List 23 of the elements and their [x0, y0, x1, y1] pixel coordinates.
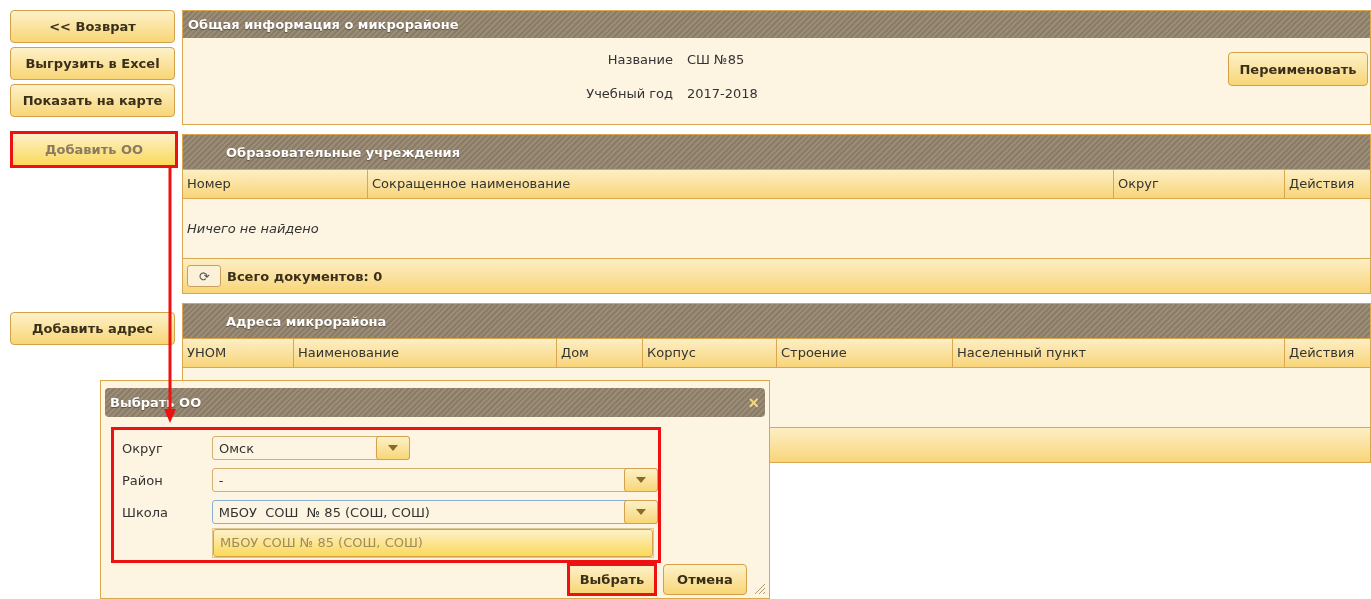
column-header: Населенный пункт [952, 339, 1284, 367]
field-label: Название [606, 52, 673, 67]
column-header: Строение [776, 339, 952, 367]
field-label: Район [122, 472, 164, 488]
column-header: Наименование [293, 339, 556, 367]
field-value: СШ №85 [686, 52, 745, 67]
panel-title: Образовательные учреждения [225, 144, 461, 160]
column-header: УНОМ [186, 344, 228, 362]
panel-title: Общая информация о микрорайоне [187, 17, 459, 32]
empty-message: Ничего не найдено [187, 221, 319, 236]
column-header: Округ [1113, 170, 1284, 198]
field-label: Округ [122, 440, 164, 456]
total-count: Всего документов: 0 [227, 268, 383, 284]
column-header: Номер [186, 175, 232, 193]
column-header: Действия [1284, 170, 1370, 198]
column-header: Сокращенное наименование [367, 170, 1113, 198]
field-value: 2017-2018 [686, 86, 758, 101]
field-label: Учебный год [585, 86, 673, 101]
field-label: Школа [122, 504, 169, 520]
column-header: Действия [1284, 339, 1370, 367]
column-header: Дом [556, 339, 642, 367]
column-header: Корпус [642, 339, 776, 367]
panel-title: Адреса микрорайона [225, 313, 387, 329]
